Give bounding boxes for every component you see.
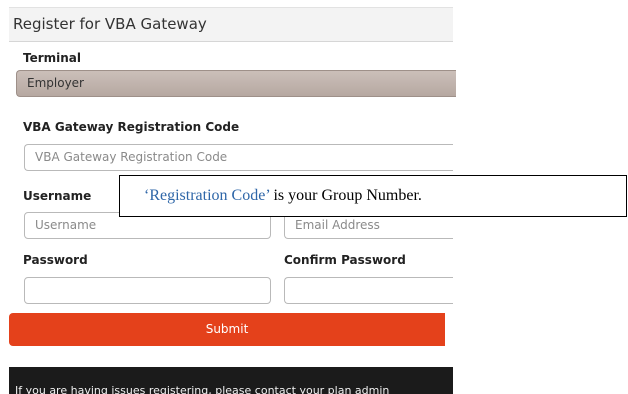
footer-bar: If you are having issues registering, pl… [9,367,453,394]
submit-button[interactable]: Submit [9,313,445,346]
registration-code-input[interactable]: VBA Gateway Registration Code [24,144,453,171]
panel-header: Register for VBA Gateway [9,7,453,42]
password-input[interactable] [24,277,271,304]
callout-annotation: ‘Registration Code’ is your Group Number… [119,175,627,217]
callout-accent-text: ‘Registration Code’ [144,187,270,204]
terminal-label: Terminal [23,51,82,65]
page-title: Register for VBA Gateway [13,15,207,33]
footer-help-text: If you are having issues registering, pl… [15,384,390,394]
callout-text: is your Group Number. [269,187,422,204]
username-label: Username [23,189,92,203]
registration-code-label: VBA Gateway Registration Code [23,120,240,134]
confirm-password-input[interactable] [284,277,453,304]
confirm-password-label: Confirm Password [284,253,406,267]
password-label: Password [23,253,88,267]
terminal-select[interactable]: Employer [16,70,456,97]
